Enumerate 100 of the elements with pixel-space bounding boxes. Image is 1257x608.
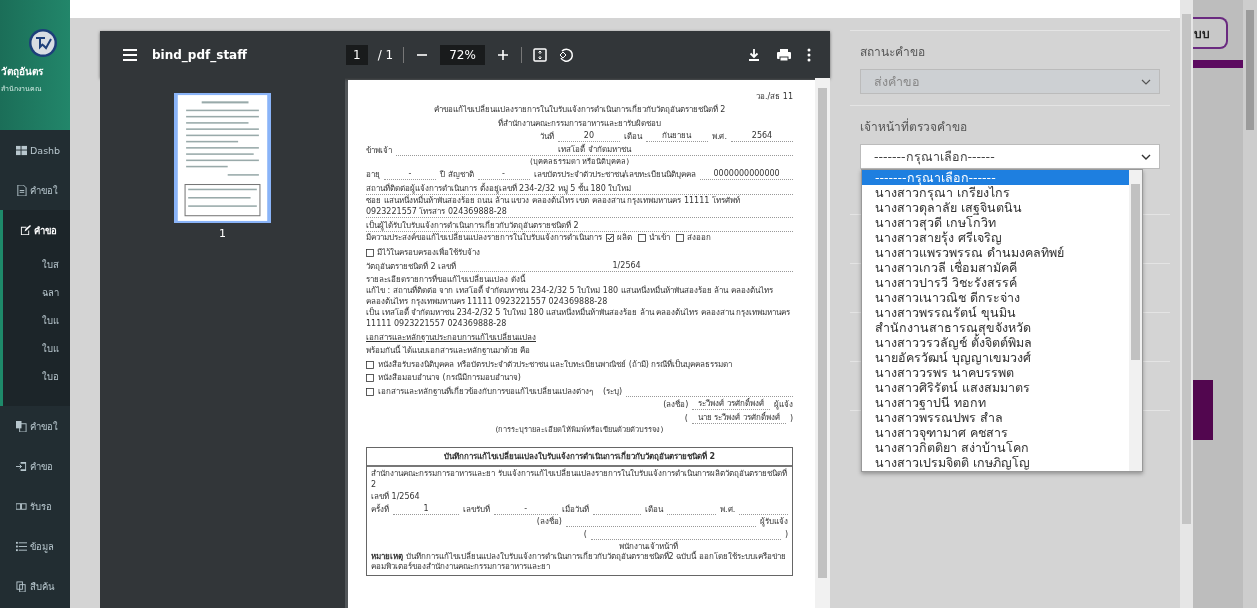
record-title: บันทึกการแก้ไขเปลี่ยนแปลงใบรับแจ้งการดำเนินการเกี่ยวกับวัตถุอันตรายชนิดที่ 2 (367, 447, 792, 467)
scrollbar[interactable] (1129, 170, 1142, 471)
field-label: เจ้าหน้าที่ตรวจคำขอ (860, 117, 968, 136)
thumbnail-label: 1 (219, 227, 226, 240)
dropdown-option[interactable]: -------กรุณาเลือก------ (862, 170, 1129, 185)
submenu-item[interactable]: ใบส (0, 250, 70, 278)
document-text: ซอย แสนหนึ่งหมื่นห้าพันสองร้อย ถนน ล้าน แขวง คลองต้นไทร เขต คลองสาน กรุงเทพมหานคร 11111 โทรศัพท์ 0923221557 โทรสาร 024369888-28 (366, 194, 741, 217)
field-label: เมื่อวันที่ (561, 503, 589, 515)
document-text: เอกสารและหลักฐานที่เกี่ยวข้องกับการขอแก้ไขเปลี่ยนแปลงต่างๆ (378, 385, 593, 397)
field-label: ( (684, 412, 688, 424)
clone-icon (16, 580, 27, 592)
submenu-item[interactable]: ใบแ (0, 334, 70, 362)
grid-icon (16, 144, 27, 156)
dropdown-option[interactable]: นางสาววรวลัญช์ ตั้งจิตต์พิมล (862, 335, 1129, 350)
document-text: หนังสือมอบอำนาจ (กรณีมีการมอบอำนาจ) (378, 372, 521, 383)
dropdown-option[interactable]: นางสาวฐาปนี ทอกท (862, 395, 1129, 410)
menu-item[interactable]: คำขอใ (0, 170, 70, 210)
more-icon[interactable] (806, 46, 812, 63)
field-value: - (493, 502, 558, 515)
field-label: อายุ (366, 169, 380, 180)
menu-item[interactable]: คำขอ (0, 210, 70, 250)
field-label: วันที่ (539, 131, 554, 142)
field-value: - (477, 168, 530, 180)
field-label: เดือน (645, 503, 664, 515)
menu-item[interactable]: คำขอใ (0, 406, 70, 446)
signin-icon (16, 460, 27, 472)
field-label: พ.ศ. (720, 503, 736, 515)
dropdown-option[interactable]: นางสาวแพรวพรรณ ดำนมงคลทิพย์ (862, 245, 1129, 260)
dropdown-option[interactable]: นางสาวสายรุ้ง ศรีเจริญ (862, 230, 1129, 245)
field-value: ระวีพงศ์ วรศักดิ์พงศ์ (692, 398, 770, 410)
scrollbar[interactable] (1243, 0, 1257, 608)
document-text: พร้อมกันนี้ ได้แนบเอกสารและหลักฐานมาด้วย คือ (366, 345, 531, 356)
option-label: มีไว้ในครอบครองเพื่อใช้รับจ้าง (377, 247, 480, 258)
list-icon (16, 540, 27, 552)
menu-item[interactable]: Dashb (0, 130, 70, 170)
field-label: เลขรับที่ (462, 503, 490, 515)
menu-item[interactable]: ข้อมูล (0, 526, 70, 566)
document-title: คำขอแก้ไขเปลี่ยนแปลงรายการในใบรับแจ้งการดำเนินการเกี่ยวกับวัตถุอันตรายชนิดที่ 2 (433, 104, 726, 115)
field-label: ปี สัญชาติ (440, 169, 474, 180)
field-label: ข้าพเจ้า (366, 144, 392, 156)
document-text: รายละเอียดรายการที่ขอแก้ไขเปลี่ยนแปลง ดังนี้ (366, 274, 525, 285)
brand-name: วัตถุอันตร (0, 65, 43, 79)
dropdown-option[interactable]: นางสาวเกวลี เชื่อมสามัคคี (862, 260, 1129, 275)
document-text: หนังสือรับรองนิติบุคคล หรือบัตรประจำตัวประชาชน และใบทะเบียนพาณิชย์ (ถ้ามี) กรณีที่เป็นบุคคลธรรมดา (378, 358, 733, 370)
option-label: นำเข้า (649, 232, 670, 243)
dropdown-option[interactable]: นางสาวกรุณา เกรียงไกร (862, 185, 1129, 200)
fit-page-icon[interactable] (531, 46, 548, 63)
field-value: 20 (557, 130, 620, 142)
dropdown-option[interactable]: นางสาวพรรณปพร สำล (862, 410, 1129, 425)
page-number-field[interactable]: 1 (346, 44, 368, 65)
dropdown-option[interactable]: นางสาวพรรณรัตน์ ขุนมิน (862, 305, 1129, 320)
dropdown-option[interactable]: นางสาวจุฑามาศ คชสาร (862, 425, 1129, 440)
dropdown-option[interactable]: นางสาววรพร นาคบรรพต (862, 365, 1129, 380)
dropdown-option[interactable]: นางสาวเปรมจิตติ เกษภิญโญ (862, 455, 1129, 470)
submenu-item[interactable]: ใบแ (0, 306, 70, 334)
document-title: ที่สำนักงานคณะกรรมการอาหารและยารับผิดชอบ (498, 117, 661, 129)
field-label: เดือน (623, 131, 642, 142)
card-icon (16, 500, 27, 512)
menu-item[interactable]: รับรอ (0, 486, 70, 526)
dropdown-option[interactable]: นางสาวเนาวณิช ดีกระจ่าง (862, 290, 1129, 305)
field-label: ผู้แจ้ง (774, 399, 793, 410)
scrollbar[interactable] (815, 78, 830, 608)
field-label: ( (583, 528, 587, 540)
document-text: สถานที่ติดต่อผู้แจ้งการดำเนินการ ตั้งอยู่เลขที่ 234-2/32 หมู่ 5 ชั้น 180 ใบใหม่ (366, 182, 632, 194)
field-label: (ลงชื่อ) (536, 516, 562, 527)
document-text: สำนักงานคณะกรรมการอาหารและยา รับแจ้งการแก้ไขเปลี่ยนแปลงรายการในใบรับแจ้งการดำเนินการผลิตวัตถุอันตรายชนิดที่ 2 (371, 467, 788, 490)
field-value: 1/2564 (460, 259, 793, 272)
field-label: เลขบัตรประจำตัวประชาชน/เลขทะเบียนนิติบุคคล (533, 169, 697, 180)
dropdown-option[interactable]: นายอัครวัฒน์ บุญญาเขมวงศ์ (862, 350, 1129, 365)
copy-icon (16, 420, 27, 432)
download-icon[interactable] (746, 46, 762, 63)
field-value: เทสโอดี้ จำกัดมหาชน (396, 143, 793, 156)
field-value: - (384, 168, 436, 180)
scrollbar[interactable] (1180, 0, 1193, 608)
document-text: เป็น เทสโอดี้ จำกัดมหาชน 234-2/32 5 ใบใหม่ 180 แสนหนึ่งหมื่นห้าพันสองร้อย ล้าน คลองต้นไทร คลองสาน กรุงเทพมหานคร 11111 0923221557 024369888-28 (366, 307, 792, 329)
dropdown-option[interactable]: นางสาวกิตติยา สง่าบ้านโคก (862, 440, 1129, 455)
dropdown-option[interactable]: นางสาวดุลาลัย เสฐจินตนิน (862, 200, 1129, 215)
dropdown-option[interactable]: นางสาวปารวี วิชะรังสรรค์ (862, 275, 1129, 290)
print-icon[interactable] (776, 46, 792, 63)
menu-item[interactable]: สืบค้น (0, 566, 70, 606)
field-label: ) (789, 412, 793, 424)
menu-icon[interactable] (122, 46, 138, 63)
field-value: นาย ระวีพงศ์ วรศักดิ์พงศ์ (691, 411, 786, 424)
page-count: / 1 (377, 47, 394, 62)
dropdown-option[interactable]: นางสาวศิริรัตน์ แสงสมมาตร (862, 380, 1129, 395)
page-thumbnail[interactable] (174, 93, 271, 223)
zoom-field[interactable]: 72% (440, 44, 485, 65)
menu-item[interactable]: คำขอ (0, 446, 70, 486)
submenu-item[interactable]: ฉลา (0, 278, 70, 306)
file-icon (16, 184, 27, 196)
officer-select[interactable]: -------กรุณาเลือก------ (860, 144, 1160, 169)
edit-icon (20, 224, 31, 236)
document-text: เลขที่ 1/2564 (371, 491, 420, 502)
accent-bar (1193, 60, 1243, 68)
submenu-item[interactable]: ใบอ (0, 362, 70, 406)
dropdown-option[interactable]: สำนักงานสาธารณสุขจังหวัด (862, 320, 1129, 335)
dropdown-option[interactable]: นางสาวสุวดี เกษโกวิท (862, 215, 1129, 230)
field-value: 2564 (731, 130, 793, 142)
outline-button[interactable]: บบ (1193, 17, 1228, 49)
rotate-icon[interactable] (557, 46, 574, 63)
